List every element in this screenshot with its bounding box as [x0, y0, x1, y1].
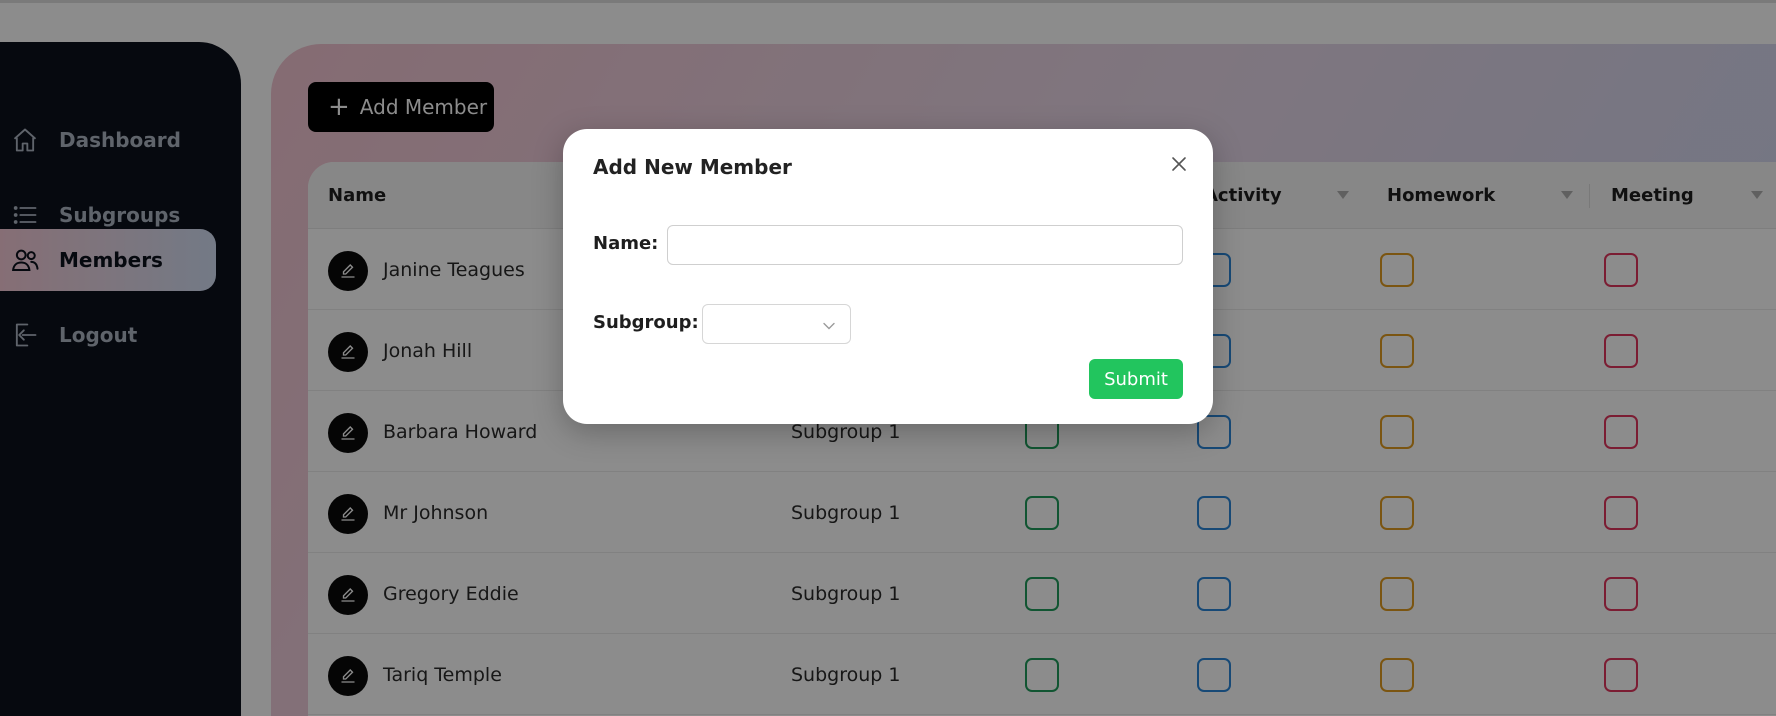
submit-button[interactable]: Submit: [1089, 359, 1183, 399]
close-icon[interactable]: [1168, 153, 1190, 175]
name-label: Name:: [593, 233, 659, 254]
add-member-dialog: Add New Member Name: Subgroup: Submit: [563, 129, 1213, 424]
dialog-title: Add New Member: [593, 155, 792, 179]
subgroup-label: Subgroup:: [593, 312, 699, 333]
name-field[interactable]: [667, 225, 1183, 265]
subgroup-select[interactable]: [702, 304, 851, 344]
chevron-down-icon: [822, 318, 836, 337]
